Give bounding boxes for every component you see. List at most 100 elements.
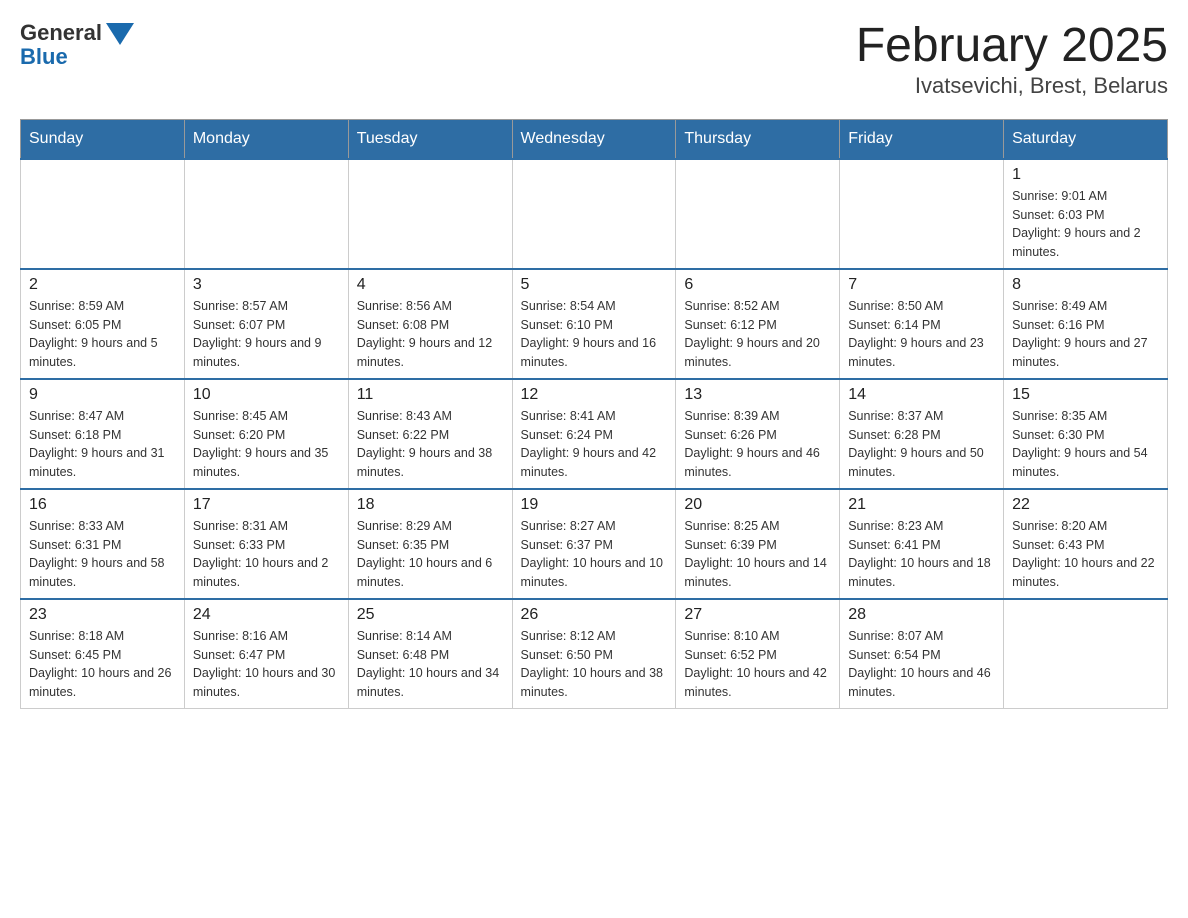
logo: General Blue [20, 20, 134, 70]
day-of-week-header: Friday [840, 119, 1004, 159]
day-number: 20 [684, 496, 831, 514]
calendar-day-cell [1004, 599, 1168, 709]
day-info-line: Sunrise: 8:50 AM [848, 299, 943, 313]
day-info-line: Sunrise: 8:10 AM [684, 629, 779, 643]
day-info: Sunrise: 8:14 AMSunset: 6:48 PMDaylight:… [357, 627, 504, 702]
day-info-line: Sunset: 6:43 PM [1012, 538, 1104, 552]
day-info: Sunrise: 8:23 AMSunset: 6:41 PMDaylight:… [848, 517, 995, 592]
day-info: Sunrise: 8:54 AMSunset: 6:10 PMDaylight:… [521, 297, 668, 372]
day-info-line: Sunrise: 8:07 AM [848, 629, 943, 643]
day-info-line: Daylight: 10 hours and 14 minutes. [684, 556, 826, 589]
day-info-line: Daylight: 9 hours and 54 minutes. [1012, 446, 1148, 479]
calendar-day-cell: 15Sunrise: 8:35 AMSunset: 6:30 PMDayligh… [1004, 379, 1168, 489]
calendar-day-cell: 4Sunrise: 8:56 AMSunset: 6:08 PMDaylight… [348, 269, 512, 379]
day-info-line: Sunrise: 8:31 AM [193, 519, 288, 533]
day-info-line: Sunrise: 8:37 AM [848, 409, 943, 423]
day-number: 7 [848, 276, 995, 294]
day-number: 16 [29, 496, 176, 514]
day-info-line: Sunset: 6:37 PM [521, 538, 613, 552]
day-info-line: Daylight: 9 hours and 20 minutes. [684, 336, 820, 369]
day-number: 12 [521, 386, 668, 404]
day-info-line: Sunrise: 8:57 AM [193, 299, 288, 313]
day-info-line: Daylight: 10 hours and 42 minutes. [684, 666, 826, 699]
calendar-day-cell: 11Sunrise: 8:43 AMSunset: 6:22 PMDayligh… [348, 379, 512, 489]
calendar-day-cell [21, 159, 185, 269]
page-header: General Blue February 2025 Ivatsevichi, … [20, 20, 1168, 99]
day-info-line: Sunset: 6:52 PM [684, 648, 776, 662]
calendar-day-cell: 6 Sunrise: 8:52 AM Sunset: 6:12 PM Daylight… [676, 269, 840, 379]
day-info-line: Sunset: 6:31 PM [29, 538, 121, 552]
calendar-day-cell [184, 159, 348, 269]
day-info: Sunrise: 8:12 AMSunset: 6:50 PMDaylight:… [521, 627, 668, 702]
logo-triangle-icon [106, 23, 134, 45]
calendar-header: SundayMondayTuesdayWednesdayThursdayFrid… [21, 119, 1168, 159]
day-info-line: Sunrise: 9:01 AM [1012, 189, 1107, 203]
day-info: Sunrise: 8:52 AM Sunset: 6:12 PM Daylight:… [684, 297, 831, 372]
day-info-line: Sunrise: 8:47 AM [29, 409, 124, 423]
day-info: Sunrise: 8:25 AMSunset: 6:39 PMDaylight:… [684, 517, 831, 592]
calendar-day-cell: 1 Sunrise: 9:01 AM Sunset: 6:03 PM Daylight… [1004, 159, 1168, 269]
calendar-day-cell: 5 Sunrise: 8:54 AMSunset: 6:10 PMDaylight… [512, 269, 676, 379]
calendar-day-cell: 17Sunrise: 8:31 AMSunset: 6:33 PMDayligh… [184, 489, 348, 599]
day-info: Sunrise: 8:37 AMSunset: 6:28 PMDaylight:… [848, 407, 995, 482]
day-info-line: Daylight: 9 hours and 58 minutes. [29, 556, 165, 589]
day-number: 3 [193, 276, 340, 294]
calendar-day-cell: 14Sunrise: 8:37 AMSunset: 6:28 PMDayligh… [840, 379, 1004, 489]
day-info-line: Sunrise: 8:52 AM [684, 299, 779, 313]
day-info-line: Daylight: 9 hours and 5 minutes. [29, 336, 158, 369]
calendar-day-cell: 12Sunrise: 8:41 AMSunset: 6:24 PMDayligh… [512, 379, 676, 489]
day-info-line: Sunset: 6:07 PM [193, 318, 285, 332]
day-info-line: Sunset: 6:03 PM [1012, 208, 1104, 222]
days-of-week-row: SundayMondayTuesdayWednesdayThursdayFrid… [21, 119, 1168, 159]
day-info-line: Sunset: 6:12 PM [684, 318, 776, 332]
day-number: 23 [29, 606, 176, 624]
day-number: 4 [357, 276, 504, 294]
day-number: 1 [1012, 166, 1159, 184]
calendar-day-cell: 3Sunrise: 8:57 AMSunset: 6:07 PMDaylight… [184, 269, 348, 379]
day-info-line: Sunrise: 8:23 AM [848, 519, 943, 533]
day-of-week-header: Wednesday [512, 119, 676, 159]
day-info-line: Sunset: 6:35 PM [357, 538, 449, 552]
day-number: 26 [521, 606, 668, 624]
logo-blue-text: Blue [20, 44, 68, 70]
day-info-line: Sunset: 6:26 PM [684, 428, 776, 442]
day-info: Sunrise: 8:07 AMSunset: 6:54 PMDaylight:… [848, 627, 995, 702]
day-info-line: Sunrise: 8:20 AM [1012, 519, 1107, 533]
day-info: Sunrise: 8:47 AMSunset: 6:18 PMDaylight:… [29, 407, 176, 482]
day-info-line: Sunrise: 8:45 AM [193, 409, 288, 423]
calendar-day-cell: 26 Sunrise: 8:12 AMSunset: 6:50 PMDayligh… [512, 599, 676, 709]
day-number: 6 [684, 276, 831, 294]
day-number: 2 [29, 276, 176, 294]
day-info-line: Daylight: 9 hours and 35 minutes. [193, 446, 329, 479]
day-info-line: Daylight: 9 hours and 38 minutes. [357, 446, 493, 479]
day-number: 5 [521, 276, 668, 294]
calendar-day-cell: 25Sunrise: 8:14 AMSunset: 6:48 PMDayligh… [348, 599, 512, 709]
day-number: 28 [848, 606, 995, 624]
day-info-line: Daylight: 10 hours and 26 minutes. [29, 666, 171, 699]
calendar-day-cell: 7Sunrise: 8:50 AMSunset: 6:14 PMDaylight… [840, 269, 1004, 379]
calendar-day-cell: 19Sunrise: 8:27 AMSunset: 6:37 PMDayligh… [512, 489, 676, 599]
day-number: 24 [193, 606, 340, 624]
calendar-body: 1 Sunrise: 9:01 AM Sunset: 6:03 PM Daylight… [21, 159, 1168, 709]
calendar-subtitle: Ivatsevichi, Brest, Belarus [856, 73, 1168, 99]
day-number: 27 [684, 606, 831, 624]
calendar-day-cell: 2Sunrise: 8:59 AMSunset: 6:05 PMDaylight… [21, 269, 185, 379]
calendar-title: February 2025 [856, 20, 1168, 73]
day-info-line: Sunset: 6:28 PM [848, 428, 940, 442]
day-number: 22 [1012, 496, 1159, 514]
day-info-line: Daylight: 10 hours and 10 minutes. [521, 556, 663, 589]
day-info-line: Daylight: 9 hours and 2 minutes. [1012, 226, 1141, 259]
day-of-week-header: Thursday [676, 119, 840, 159]
day-info-line: Daylight: 10 hours and 34 minutes. [357, 666, 499, 699]
day-info-line: Sunrise: 8:16 AM [193, 629, 288, 643]
day-info-line: Sunrise: 8:14 AM [357, 629, 452, 643]
day-info-line: Daylight: 9 hours and 31 minutes. [29, 446, 165, 479]
day-info-line: Daylight: 9 hours and 12 minutes. [357, 336, 493, 369]
day-info-line: Sunset: 6:39 PM [684, 538, 776, 552]
day-info: Sunrise: 8:35 AMSunset: 6:30 PMDaylight:… [1012, 407, 1159, 482]
day-info-line: Sunset: 6:14 PM [848, 318, 940, 332]
calendar-day-cell: 21Sunrise: 8:23 AMSunset: 6:41 PMDayligh… [840, 489, 1004, 599]
day-info: Sunrise: 8:10 AM Sunset: 6:52 PM Daylight:… [684, 627, 831, 702]
calendar-day-cell: 13Sunrise: 8:39 AMSunset: 6:26 PMDayligh… [676, 379, 840, 489]
calendar-day-cell: 16Sunrise: 8:33 AMSunset: 6:31 PMDayligh… [21, 489, 185, 599]
